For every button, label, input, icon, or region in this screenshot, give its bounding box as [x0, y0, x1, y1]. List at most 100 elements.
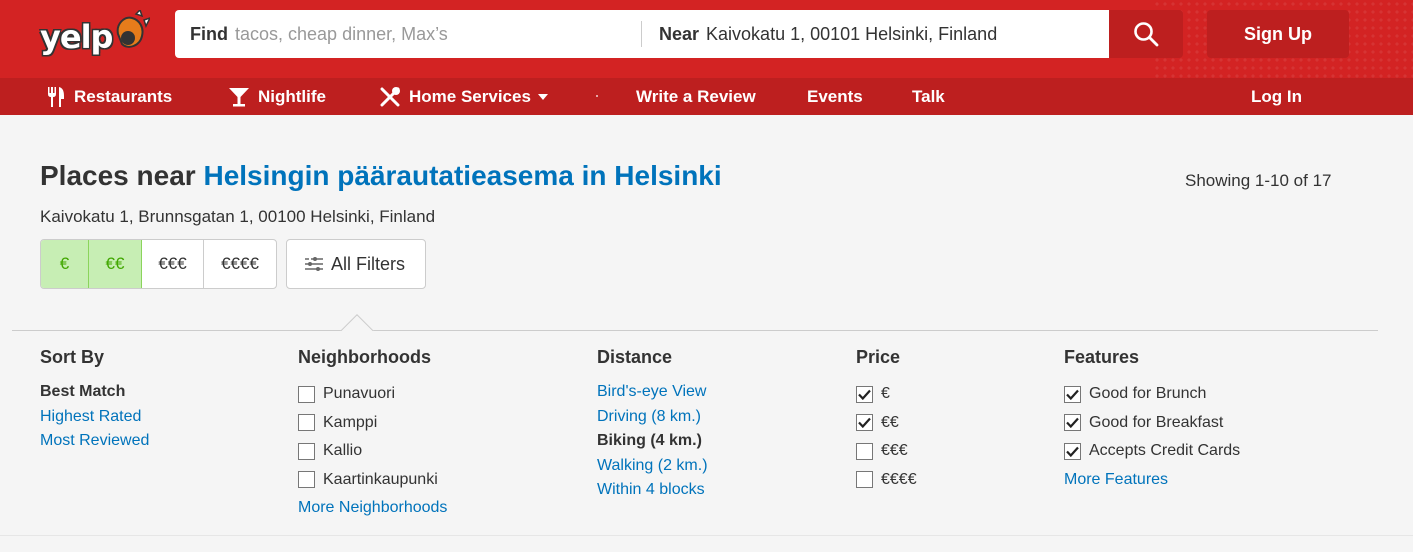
feature-label: Accepts Credit Cards: [1089, 442, 1241, 460]
checkmark-icon: [1066, 446, 1079, 457]
category-nav: Restaurants Nightlife Home Services Writ…: [0, 78, 1413, 115]
sort-best-match[interactable]: Best Match: [40, 380, 149, 405]
neighborhood-punavuori[interactable]: Punavuori: [298, 380, 447, 409]
nav-write-review[interactable]: Write a Review: [636, 78, 756, 115]
sign-up-button[interactable]: Sign Up: [1207, 10, 1349, 58]
price-option-4[interactable]: €€€€: [856, 466, 917, 495]
find-field[interactable]: Find tacos, cheap dinner, Max’s: [175, 10, 641, 58]
yelp-logo[interactable]: yelp: [40, 8, 152, 62]
bottom-border: [0, 535, 1413, 536]
checkbox[interactable]: [856, 471, 873, 489]
checkbox-checked[interactable]: [856, 414, 873, 432]
neighborhood-label: Punavuori: [323, 385, 396, 403]
search-button[interactable]: [1109, 10, 1183, 58]
near-label: Near: [659, 23, 700, 44]
price-filter-group: € €€ €€€ €€€€: [40, 239, 277, 289]
neighborhood-label: Kamppi: [323, 413, 378, 431]
tools-icon: [380, 86, 400, 106]
title-near: near: [136, 160, 196, 191]
distance-heading: Distance: [597, 347, 673, 367]
nav-restaurants[interactable]: Restaurants: [46, 78, 172, 115]
checkbox[interactable]: [298, 414, 315, 432]
feature-label: Good for Breakfast: [1089, 413, 1224, 431]
neighborhood-kamppi[interactable]: Kamppi: [298, 409, 447, 438]
distance-biking[interactable]: Biking (4 km.): [597, 429, 708, 454]
feature-accepts-credit-cards[interactable]: Accepts Credit Cards: [1064, 437, 1240, 466]
near-value: Kaivokatu 1, 00101 Helsinki, Finland: [706, 23, 998, 44]
nav-home-services-label: Home Services: [409, 86, 531, 106]
caret-down-icon: [537, 93, 548, 100]
burst-icon: [114, 8, 152, 57]
checkmark-icon: [858, 389, 871, 400]
location-link[interactable]: Helsingin päärautatieasema in Helsinki: [203, 160, 721, 191]
distance-section: Distance Bird's-eye View Driving (8 km.)…: [597, 347, 708, 503]
distance-driving[interactable]: Driving (8 km.): [597, 405, 708, 430]
distance-within-4-blocks[interactable]: Within 4 blocks: [597, 478, 708, 503]
features-section: Features Good for Brunch Good for Breakf…: [1064, 347, 1240, 492]
checkbox-checked[interactable]: [1064, 442, 1081, 460]
price-3-button[interactable]: €€€: [142, 240, 204, 288]
find-placeholder: tacos, cheap dinner, Max’s: [235, 23, 448, 44]
checkmark-icon: [858, 418, 871, 429]
title-places: Places: [40, 160, 129, 191]
checkbox-checked[interactable]: [1064, 414, 1081, 432]
feature-good-for-breakfast[interactable]: Good for Breakfast: [1064, 409, 1240, 438]
neighborhood-label: Kallio: [323, 442, 363, 460]
price-section: Price € €€ €€€ €€€€: [856, 347, 917, 494]
results-count: Showing 1-10 of 17: [1185, 171, 1332, 190]
find-label: Find: [190, 23, 228, 44]
checkbox[interactable]: [298, 471, 315, 489]
sort-by-heading: Sort By: [40, 347, 105, 367]
feature-good-for-brunch[interactable]: Good for Brunch: [1064, 380, 1240, 409]
more-features-link[interactable]: More Features: [1064, 468, 1240, 493]
price-1-button[interactable]: €: [41, 240, 89, 288]
neighborhood-kallio[interactable]: Kallio: [298, 437, 447, 466]
filters-caret: [340, 314, 374, 331]
price-option-label: €€€: [881, 442, 908, 460]
nav-events[interactable]: Events: [807, 78, 863, 115]
sliders-icon: [305, 257, 323, 271]
filters-divider: [12, 330, 1378, 331]
price-option-label: €€€€: [881, 470, 917, 488]
log-in-link[interactable]: Log In: [1251, 78, 1302, 115]
nav-separator: [596, 95, 598, 97]
distance-walking[interactable]: Walking (2 km.): [597, 454, 708, 479]
price-option-3[interactable]: €€€: [856, 437, 917, 466]
nav-talk[interactable]: Talk: [912, 78, 945, 115]
sort-most-reviewed[interactable]: Most Reviewed: [40, 429, 149, 454]
checkbox[interactable]: [298, 442, 315, 460]
price-heading: Price: [856, 347, 901, 367]
checkbox[interactable]: [298, 385, 315, 403]
price-4-button[interactable]: €€€€: [204, 240, 276, 288]
all-filters-label: All Filters: [331, 253, 406, 274]
neighborhood-kaartinkaupunki[interactable]: Kaartinkaupunki: [298, 466, 447, 495]
price-2-button[interactable]: €€: [89, 240, 142, 288]
price-option-2[interactable]: €€: [856, 409, 917, 438]
search-box: Find tacos, cheap dinner, Max’s Near Kai…: [175, 10, 1109, 58]
checkmark-icon: [1066, 389, 1079, 400]
price-option-1[interactable]: €: [856, 380, 917, 409]
all-filters-button[interactable]: All Filters: [286, 239, 426, 289]
nav-nightlife-label: Nightlife: [258, 86, 326, 106]
checkbox-checked[interactable]: [1064, 385, 1081, 403]
nav-home-services[interactable]: Home Services: [379, 78, 548, 115]
checkmark-icon: [1066, 418, 1079, 429]
neighborhoods-heading: Neighborhoods: [298, 347, 431, 367]
nav-nightlife[interactable]: Nightlife: [228, 78, 326, 115]
cocktail-icon: [229, 87, 249, 106]
location-address: Kaivokatu 1, Brunnsgatan 1, 00100 Helsin…: [40, 207, 436, 226]
more-neighborhoods-link[interactable]: More Neighborhoods: [298, 496, 447, 521]
sort-by-section: Sort By Best Match Highest Rated Most Re…: [40, 347, 149, 454]
near-field[interactable]: Near Kaivokatu 1, 00101 Helsinki, Finlan…: [642, 10, 1109, 58]
logo-text: yelp: [40, 18, 113, 56]
neighborhood-label: Kaartinkaupunki: [323, 470, 438, 488]
sort-highest-rated[interactable]: Highest Rated: [40, 405, 149, 430]
checkbox-checked[interactable]: [856, 385, 873, 403]
nav-restaurants-label: Restaurants: [74, 86, 173, 106]
feature-label: Good for Brunch: [1089, 385, 1207, 403]
price-option-label: €€: [881, 413, 899, 431]
distance-birds-eye[interactable]: Bird's-eye View: [597, 380, 708, 405]
fork-knife-icon: [48, 86, 64, 107]
price-option-label: €: [881, 385, 890, 403]
checkbox[interactable]: [856, 442, 873, 460]
